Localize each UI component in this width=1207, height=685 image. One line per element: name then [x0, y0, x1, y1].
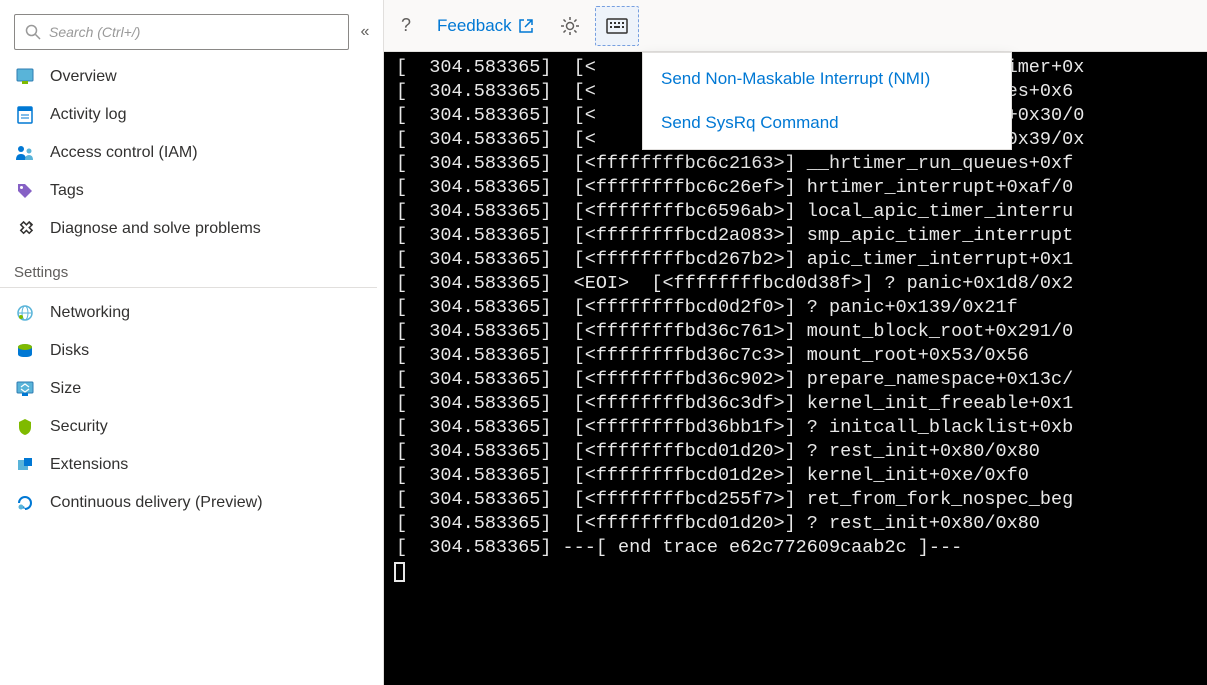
search-row: Search (Ctrl+/) «	[0, 14, 383, 58]
sidebar-item-label: Diagnose and solve problems	[50, 220, 261, 238]
search-input[interactable]: Search (Ctrl+/)	[14, 14, 349, 50]
sidebar-item-label: Activity log	[50, 106, 126, 124]
sidebar-item-continuous-delivery[interactable]: Continuous delivery (Preview)	[0, 484, 377, 522]
search-icon	[25, 24, 41, 40]
settings-button[interactable]	[549, 6, 591, 46]
console-line: [ 304.583365] [<ffffffffbd36c902>] prepa…	[384, 368, 1207, 392]
console-line: [ 304.583365] ---[ end trace e62c772609c…	[384, 536, 1207, 560]
extensions-icon	[14, 454, 36, 476]
sidebar-item-overview[interactable]: Overview	[0, 58, 377, 96]
sidebar-item-extensions[interactable]: Extensions	[0, 446, 377, 484]
sidebar-item-access-control[interactable]: Access control (IAM)	[0, 134, 377, 172]
keyboard-dropdown: Send Non-Maskable Interrupt (NMI) Send S…	[642, 52, 1012, 150]
console-line: [ 304.583365] [<ffffffffbcd01d20>] ? res…	[384, 512, 1207, 536]
console-line: [ 304.583365] [<ffffffffbcd01d2e>] kerne…	[384, 464, 1207, 488]
sidebar-item-label: Networking	[50, 304, 130, 322]
sidebar-item-label: Continuous delivery (Preview)	[50, 494, 263, 512]
keyboard-icon	[606, 18, 628, 34]
sidebar-item-security[interactable]: Security	[0, 408, 377, 446]
console-line: [ 304.583365] [<ffffffffbcd2a083>] smp_a…	[384, 224, 1207, 248]
sidebar-item-label: Size	[50, 380, 81, 398]
tags-icon	[14, 180, 36, 202]
main-area: ? Feedback Send Non-Maskable Interrupt (…	[384, 0, 1207, 685]
console-line: [ 304.583365] [<ffffffffbcd0d2f0>] ? pan…	[384, 296, 1207, 320]
console-line: [ 304.583365] [<ffffffffbcd267b2>] apic_…	[384, 248, 1207, 272]
dropdown-item-nmi[interactable]: Send Non-Maskable Interrupt (NMI)	[643, 57, 1011, 101]
help-button[interactable]: ?	[390, 6, 422, 46]
networking-icon	[14, 302, 36, 324]
sidebar-item-label: Extensions	[50, 456, 128, 474]
sidebar-item-label: Security	[50, 418, 108, 436]
sidebar-item-networking[interactable]: Networking	[0, 294, 377, 332]
console-line: [ 304.583365] [<ffffffffbc6c2163>] __hrt…	[384, 152, 1207, 176]
size-icon	[14, 378, 36, 400]
sidebar-item-label: Overview	[50, 68, 117, 86]
keyboard-button[interactable]	[595, 6, 639, 46]
sidebar-item-label: Disks	[50, 342, 89, 360]
sidebar-item-label: Tags	[50, 182, 84, 200]
search-placeholder: Search (Ctrl+/)	[49, 24, 140, 40]
dropdown-item-sysrq[interactable]: Send SysRq Command	[643, 101, 1011, 145]
gear-icon	[560, 16, 580, 36]
console-line: [ 304.583365] <EOI> [<ffffffffbcd0d38f>]…	[384, 272, 1207, 296]
diagnose-icon	[14, 218, 36, 240]
toolbar: ? Feedback	[384, 0, 1207, 52]
disks-icon	[14, 340, 36, 362]
sidebar-item-size[interactable]: Size	[0, 370, 377, 408]
feedback-label: Feedback	[437, 16, 512, 36]
console-line: [ 304.583365] [<ffffffffbd36c3df>] kerne…	[384, 392, 1207, 416]
external-link-icon	[518, 18, 534, 34]
sidebar-item-diagnose[interactable]: Diagnose and solve problems	[0, 210, 377, 248]
console-line: [ 304.583365] [<ffffffffbc6596ab>] local…	[384, 200, 1207, 224]
continuous-delivery-icon	[14, 492, 36, 514]
console-line: [ 304.583365] [<ffffffffbcd255f7>] ret_f…	[384, 488, 1207, 512]
console-line: [ 304.583365] [<ffffffffbd36c7c3>] mount…	[384, 344, 1207, 368]
nav-scroll[interactable]: Overview Activity log Access control (IA…	[0, 58, 383, 685]
settings-header: Settings	[0, 248, 377, 288]
sidebar-item-label: Access control (IAM)	[50, 144, 198, 162]
collapse-sidebar-button[interactable]: «	[349, 23, 373, 41]
sidebar: Search (Ctrl+/) « Overview Activity log …	[0, 0, 384, 685]
sidebar-item-activity-log[interactable]: Activity log	[0, 96, 377, 134]
sidebar-item-disks[interactable]: Disks	[0, 332, 377, 370]
sidebar-item-tags[interactable]: Tags	[0, 172, 377, 210]
console-line: [ 304.583365] [<ffffffffbcd01d20>] ? res…	[384, 440, 1207, 464]
console-line: [ 304.583365] [<ffffffffbc6c26ef>] hrtim…	[384, 176, 1207, 200]
cursor	[394, 562, 405, 582]
overview-icon	[14, 66, 36, 88]
activity-log-icon	[14, 104, 36, 126]
console-line: [ 304.583365] [<ffffffffbd36bb1f>] ? ini…	[384, 416, 1207, 440]
access-control-icon	[14, 142, 36, 164]
security-icon	[14, 416, 36, 438]
console-line: [ 304.583365] [<ffffffffbd36c761>] mount…	[384, 320, 1207, 344]
feedback-button[interactable]: Feedback	[426, 6, 545, 46]
